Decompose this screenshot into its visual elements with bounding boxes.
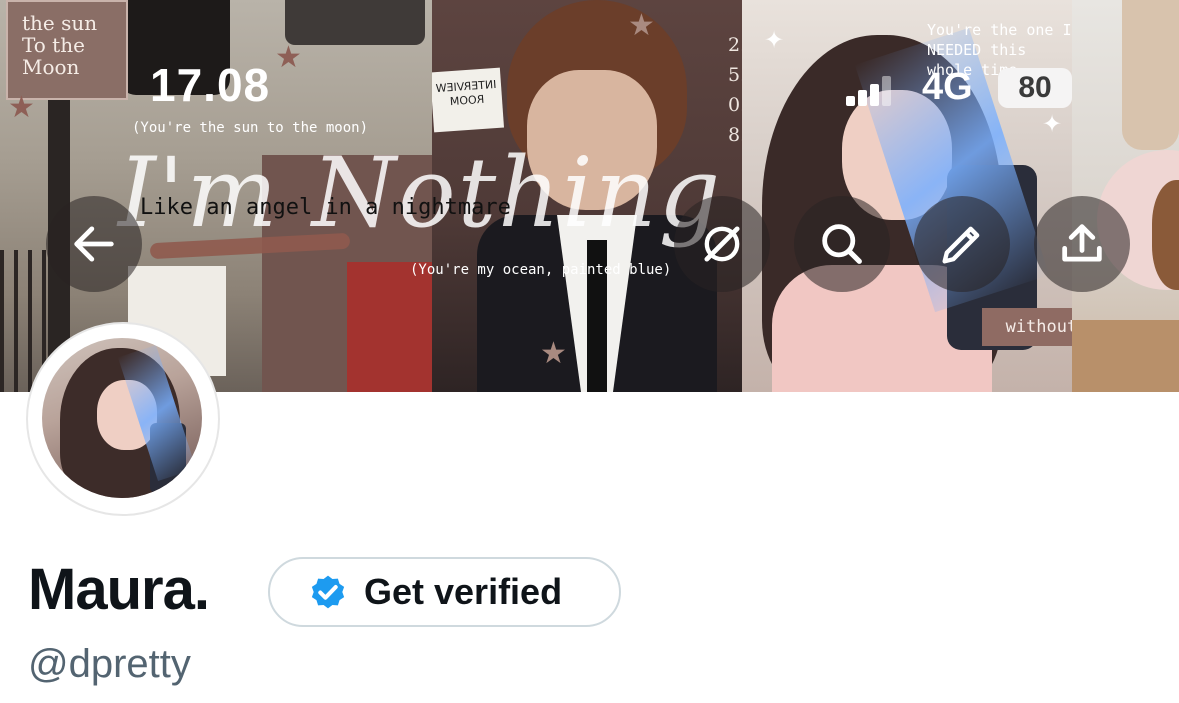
number-item: 0.	[728, 94, 742, 116]
star-icon: ★	[275, 41, 302, 74]
red-sign	[347, 262, 432, 392]
network-type: 4G	[922, 66, 973, 108]
big-script-text: I'm Nothing	[118, 137, 723, 249]
script-line-text: Like an angel in a nightmare	[140, 195, 511, 220]
number-list: 2. 5. 0. 8.	[728, 30, 742, 150]
caption-top: (You're the sun to the moon)	[132, 120, 369, 136]
header-banner[interactable]: the sun To the Moon INTERVIEW ROOM 2. 5.…	[0, 0, 1179, 392]
box	[1072, 320, 1179, 392]
banner-panel-selfie: You're the one I NEEDED this whole time …	[742, 0, 1072, 392]
share-icon	[1062, 224, 1102, 262]
number-item: 8.	[728, 124, 742, 146]
star-icon: ★	[8, 91, 35, 124]
display-name: Maura.	[28, 557, 210, 622]
room-sign: INTERVIEW ROOM	[432, 67, 505, 133]
sun-moon-tag-text: the sun To the Moon	[22, 11, 98, 79]
profile-page: the sun To the Moon INTERVIEW ROOM 2. 5.…	[0, 0, 1179, 703]
get-verified-label: Get verified	[364, 571, 563, 612]
room-sign-text: INTERVIEW ROOM	[435, 77, 497, 109]
user-handle: @dpretty	[28, 642, 191, 686]
arrow-left-icon	[74, 226, 114, 262]
verified-badge-icon	[311, 575, 345, 609]
sun-moon-tag: the sun To the Moon	[6, 0, 128, 100]
sparkle-icon: ✦	[1042, 111, 1063, 138]
cellular-signal-icon	[846, 74, 891, 106]
star-icon: ★	[628, 9, 655, 42]
number-item: 2.	[728, 34, 742, 56]
battery-indicator: 80	[998, 68, 1072, 108]
coffee-cup	[1122, 0, 1179, 150]
avatar[interactable]	[42, 338, 202, 498]
number-item: 5.	[728, 64, 742, 86]
search-button[interactable]	[794, 196, 890, 292]
without-you-tag: without you!	[982, 308, 1072, 346]
grok-button[interactable]	[674, 196, 770, 292]
caption-mid: (You're my ocean, painted blue)	[410, 262, 672, 278]
grok-icon	[704, 226, 740, 262]
share-button[interactable]	[1034, 196, 1130, 292]
edit-button[interactable]	[914, 196, 1010, 292]
street-sign	[285, 0, 425, 45]
pencil-icon	[942, 226, 980, 264]
back-button[interactable]	[46, 196, 142, 292]
star-icon: ★	[540, 337, 567, 370]
search-icon	[822, 224, 862, 264]
get-verified-button[interactable]: Get verified	[268, 557, 621, 627]
status-time: 17.08	[150, 59, 271, 111]
sparkle-icon: ✦	[764, 27, 785, 54]
